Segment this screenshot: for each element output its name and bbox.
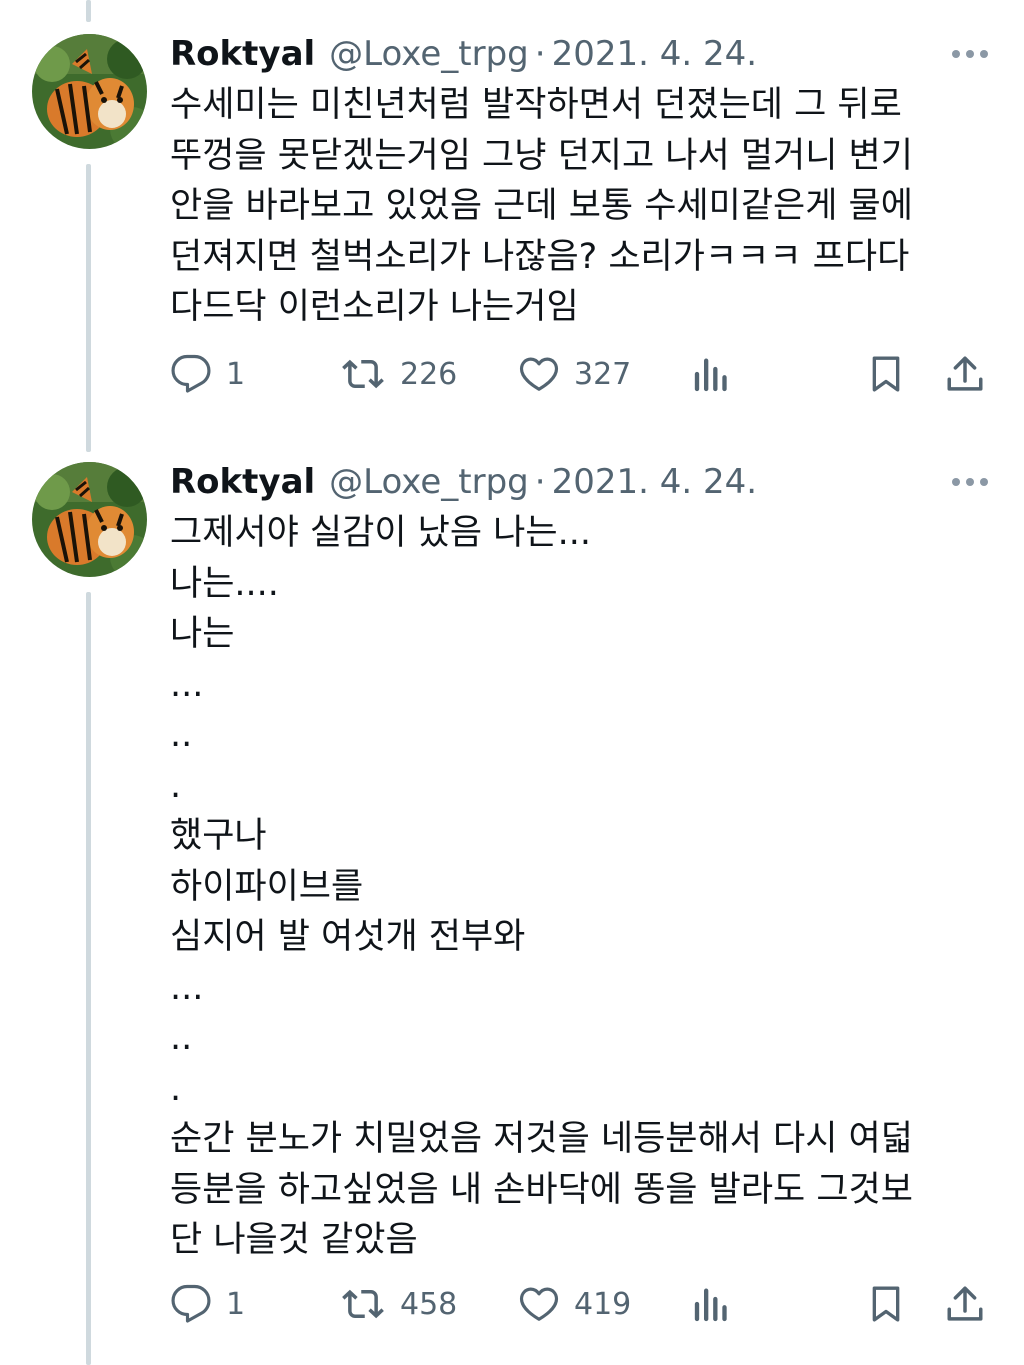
tweet-text: 그제서야 실감이 났음 나는... 나는.... 나는 ... .. . 했구나… <box>170 508 970 1266</box>
heart-icon <box>519 1287 559 1321</box>
like-count: 327 <box>574 356 632 392</box>
tweet-text-line: 다드닥 이런소리가 나는거임 <box>170 287 579 327</box>
reply-button[interactable]: 1 <box>170 1280 245 1328</box>
tweet[interactable]: Roktyal @Loxe_trpg · 2021. 4. 24. 그제서야 실… <box>0 462 1024 1362</box>
author-name[interactable]: Roktyal <box>170 462 315 502</box>
more-icon[interactable] <box>952 478 988 486</box>
tweet-text-line: . <box>170 765 182 806</box>
tweet-text-line: 뚜껑을 못닫겠는거임 그냥 던지고 나서 멀거니 변기 <box>170 135 913 176</box>
more-dot <box>980 50 988 58</box>
bookmark-icon <box>872 356 900 392</box>
like-count: 419 <box>574 1286 632 1322</box>
share-button[interactable] <box>944 1280 986 1328</box>
retweet-button[interactable]: 458 <box>340 1280 457 1328</box>
tweet-text-line: 던져지면 철벅소리가 나잖음? 소리가ㅋㅋㅋ 프다다 <box>170 236 910 277</box>
retweet-icon <box>342 1289 384 1319</box>
tiger-avatar-image <box>32 462 147 577</box>
author-handle[interactable]: @Loxe_trpg <box>329 462 529 502</box>
author-handle[interactable]: @Loxe_trpg <box>329 34 529 74</box>
reply-count: 1 <box>226 356 246 392</box>
views-button[interactable] <box>692 1280 732 1328</box>
share-icon <box>947 1286 983 1321</box>
like-button[interactable]: 419 <box>518 1280 631 1328</box>
tweet[interactable]: Roktyal @Loxe_trpg · 2021. 4. 24. 수세미는 미… <box>0 34 1024 414</box>
thread-line-top <box>86 0 91 22</box>
like-button[interactable]: 327 <box>518 350 631 398</box>
tweet-text-line: 등분을 하고싶었음 내 손바닥에 똥을 발라도 그것보 <box>170 1169 913 1210</box>
more-icon[interactable] <box>952 50 988 58</box>
tweet-text-line: 나는 <box>170 614 235 654</box>
views-icon <box>694 1288 727 1322</box>
share-icon <box>947 356 983 391</box>
header-separator: · <box>534 34 546 74</box>
retweet-count: 226 <box>400 356 458 392</box>
tweet-text-line: 그제서야 실감이 났음 나는... <box>170 513 591 553</box>
tweet-text-line: .. <box>170 715 193 755</box>
avatar[interactable] <box>32 462 147 577</box>
bookmark-icon <box>872 1286 900 1322</box>
heart-icon <box>519 357 559 391</box>
tweet-text: 수세미는 미친년처럼 발작하면서 던졌는데 그 뒤로 뚜껑을 못닫겠는거임 그냥… <box>170 80 970 333</box>
tweet-text-line: 심지어 발 여섯개 전부와 <box>170 917 526 957</box>
retweet-count: 458 <box>400 1286 458 1322</box>
reply-button[interactable]: 1 <box>170 350 245 398</box>
reply-icon <box>171 354 211 393</box>
tweet-text-line: ... <box>170 967 204 1008</box>
tweet-text-line: . <box>170 1068 182 1109</box>
tweet-text-line: 안을 바라보고 있었음 근데 보통 수세미같은게 물에 <box>170 186 913 226</box>
retweet-icon <box>342 359 384 389</box>
tweet-date[interactable]: 2021. 4. 24. <box>552 462 757 502</box>
avatar[interactable] <box>32 34 147 149</box>
header-separator: · <box>534 462 546 502</box>
tiger-avatar-image <box>32 34 147 149</box>
tweet-text-line: ... <box>170 664 204 705</box>
views-icon <box>694 358 727 392</box>
more-dot <box>966 478 974 486</box>
tweet-text-line: 단 나을것 같았음 <box>170 1220 418 1260</box>
tweet-actions: 1 458 419 <box>170 1280 990 1328</box>
more-dot <box>980 478 988 486</box>
more-dot <box>952 478 960 486</box>
tweet-text-line: 순간 분노가 치밀었음 저것을 네등분해서 다시 여덟 <box>170 1119 913 1159</box>
tweet-actions: 1 226 327 <box>170 350 990 398</box>
author-name[interactable]: Roktyal <box>170 34 315 74</box>
more-dot <box>966 50 974 58</box>
tweet-text-line: .. <box>170 1018 193 1058</box>
tweet-header: Roktyal @Loxe_trpg · 2021. 4. 24. <box>170 462 757 502</box>
share-button[interactable] <box>944 350 986 398</box>
tweet-text-line: 나는.... <box>170 563 279 604</box>
bookmark-button[interactable] <box>866 1280 906 1328</box>
retweet-button[interactable]: 226 <box>340 350 457 398</box>
tweet-text-line: 하이파이브를 <box>170 866 364 907</box>
reply-icon <box>171 1284 211 1323</box>
reply-count: 1 <box>226 1286 246 1322</box>
bookmark-button[interactable] <box>866 350 906 398</box>
views-button[interactable] <box>692 350 732 398</box>
tweet-date[interactable]: 2021. 4. 24. <box>552 34 757 74</box>
tweet-text-line: 했구나 <box>170 816 267 856</box>
more-dot <box>952 50 960 58</box>
tweet-text-line: 수세미는 미친년처럼 발작하면서 던졌는데 그 뒤로 <box>170 85 902 125</box>
tweet-header: Roktyal @Loxe_trpg · 2021. 4. 24. <box>170 34 757 74</box>
